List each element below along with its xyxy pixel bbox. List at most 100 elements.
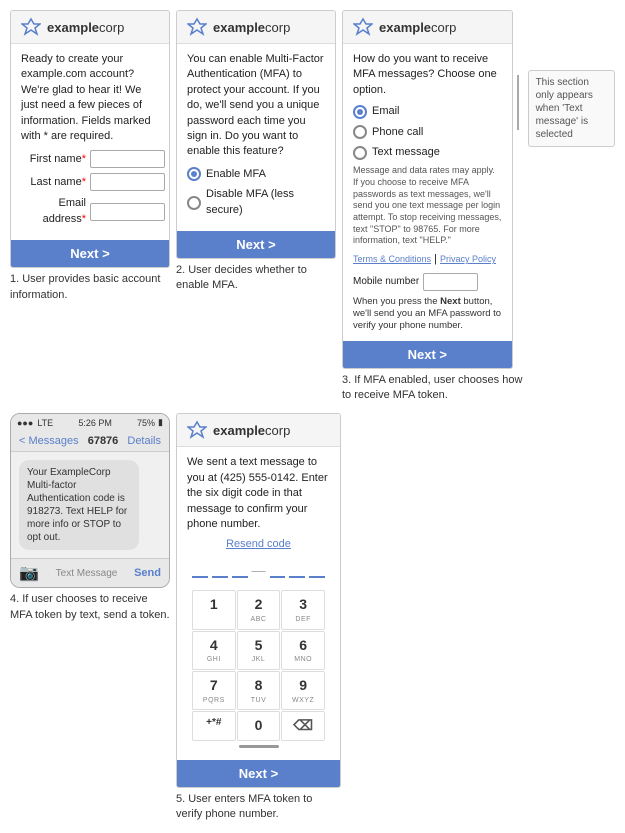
card5-next-button[interactable]: Next >: [239, 766, 278, 781]
note-divider: [517, 75, 519, 130]
key-6[interactable]: 6 MNO: [281, 631, 325, 670]
key-9-sub: WXYZ: [284, 696, 322, 706]
caption-1: 1. User provides basic account informati…: [10, 272, 170, 303]
key-7-main: 7: [195, 676, 233, 696]
enable-mfa-label: Enable MFA: [206, 167, 266, 182]
caption-4: 4. If user chooses to receive MFA token …: [10, 592, 170, 623]
phone-call-radio[interactable]: [353, 125, 367, 139]
status-battery: 75%: [137, 418, 155, 428]
key-2-sub: ABC: [240, 615, 278, 625]
card2-header: examplecorp: [177, 11, 335, 44]
key-special[interactable]: +*#: [192, 711, 236, 741]
mobile-number-label: Mobile number: [353, 275, 419, 289]
imessage-header: < Messages 67876 Details: [11, 431, 169, 452]
key-7[interactable]: 7 PQRS: [192, 671, 236, 710]
key-2[interactable]: 2 ABC: [237, 590, 281, 629]
token-fields: —: [187, 561, 330, 583]
key-9[interactable]: 9 WXYZ: [281, 671, 325, 710]
email-radio[interactable]: [353, 105, 367, 119]
text-message-label: Text message: [372, 145, 440, 160]
back-button[interactable]: < Messages: [19, 435, 79, 447]
first-name-input[interactable]: [90, 150, 165, 168]
card2-body: You can enable Multi-Factor Authenticati…: [177, 44, 335, 231]
card5-header: examplecorp: [177, 414, 340, 447]
text-section-note-wrapper: This section only appears when 'Text mes…: [517, 70, 615, 147]
email-input[interactable]: [90, 203, 165, 221]
key-5[interactable]: 5 JKL: [237, 631, 281, 670]
details-button[interactable]: Details: [127, 435, 161, 447]
caption-3: 3. If MFA enabled, user chooses how to r…: [342, 373, 527, 404]
key-8[interactable]: 8 TUV: [237, 671, 281, 710]
token-dash-3: [232, 576, 248, 578]
enable-mfa-radio[interactable]: [187, 167, 201, 181]
send-button[interactable]: Send: [134, 567, 161, 579]
key-4-sub: GHI: [195, 655, 233, 665]
key-6-main: 6: [284, 636, 322, 656]
key-5-main: 5: [240, 636, 278, 656]
key-3[interactable]: 3 DEF: [281, 590, 325, 629]
logo-icon-3: [353, 17, 373, 37]
battery-icon: ▮: [158, 417, 163, 428]
card1-intro-text: Ready to create your example.com account…: [21, 52, 159, 144]
privacy-link[interactable]: Privacy Policy: [440, 254, 496, 264]
terms-link[interactable]: Terms & Conditions: [353, 254, 431, 264]
enable-mfa-option[interactable]: Enable MFA: [187, 167, 325, 182]
mobile-number-input[interactable]: [423, 273, 478, 291]
card2-intro-text: You can enable Multi-Factor Authenticati…: [187, 52, 325, 160]
caption-2: 2. User decides whether to enable MFA.: [176, 263, 336, 294]
resend-code-link[interactable]: Resend code: [187, 537, 330, 552]
phone-call-option[interactable]: Phone call: [353, 125, 502, 140]
home-indicator: [239, 745, 279, 748]
card2-next-button[interactable]: Next >: [236, 237, 275, 252]
key-1-main: 1: [195, 595, 233, 615]
logo-icon: [21, 17, 41, 37]
email-option[interactable]: Email: [353, 104, 502, 119]
key-5-sub: JKL: [240, 655, 278, 665]
mobile-number-row: Mobile number: [353, 273, 502, 291]
disable-mfa-radio[interactable]: [187, 196, 201, 210]
text-section-note: This section only appears when 'Text mes…: [528, 70, 615, 147]
key-0[interactable]: 0: [237, 711, 281, 741]
phone-footer: 📷 Text Message Send: [11, 558, 169, 587]
card1-wrapper: examplecorp Ready to create your example…: [10, 10, 170, 303]
brand-name-2: examplecorp: [213, 20, 290, 35]
key-1[interactable]: 1: [192, 590, 236, 629]
disable-mfa-option[interactable]: Disable MFA (less secure): [187, 187, 325, 218]
card5-body: We sent a text message to you at (425) 5…: [177, 447, 340, 760]
mfa-sms-note: Message and data rates may apply. If you…: [353, 165, 502, 247]
status-dots: ●●●: [17, 418, 33, 428]
email-label: Email address*: [21, 196, 86, 227]
key-8-sub: TUV: [240, 696, 278, 706]
key-4[interactable]: 4 GHI: [192, 631, 236, 670]
card4-wrapper: ●●● LTE 5:26 PM 75% ▮ < Messages 67876 D…: [10, 413, 170, 623]
bottom-row: ●●● LTE 5:26 PM 75% ▮ < Messages 67876 D…: [10, 413, 615, 822]
key-8-main: 8: [240, 676, 278, 696]
token-dash-4: [270, 576, 286, 578]
last-name-input[interactable]: [90, 173, 165, 191]
card5-intro-text: We sent a text message to you at (425) 5…: [187, 455, 330, 532]
card-token-entry: examplecorp We sent a text message to yo…: [176, 413, 341, 788]
phone-call-label: Phone call: [372, 125, 423, 140]
sender-number: 67876: [88, 435, 119, 447]
text-message-option[interactable]: Text message: [353, 145, 502, 160]
card-basic-info: examplecorp Ready to create your example…: [10, 10, 170, 268]
token-separator: —: [252, 561, 266, 581]
token-dash-6: [309, 576, 325, 578]
status-left: ●●● LTE: [17, 418, 53, 428]
key-backspace[interactable]: ⌫: [281, 711, 325, 741]
card1-body: Ready to create your example.com account…: [11, 44, 169, 240]
brand-name-3: examplecorp: [379, 20, 456, 35]
camera-icon[interactable]: 📷: [19, 563, 39, 583]
card1-next-button[interactable]: Next >: [70, 246, 109, 261]
card3-next-button[interactable]: Next >: [408, 347, 447, 362]
key-9-main: 9: [284, 676, 322, 696]
first-name-label: First name*: [21, 152, 86, 167]
text-message-radio[interactable]: [353, 146, 367, 160]
card3-verify-text: When you press the Next button, we'll se…: [353, 296, 502, 333]
card3-header: examplecorp: [343, 11, 512, 44]
token-dash-2: [212, 576, 228, 578]
card2-wrapper: examplecorp You can enable Multi-Factor …: [176, 10, 336, 294]
key-7-sub: PQRS: [195, 696, 233, 706]
caption-5: 5. User enters MFA token to verify phone…: [176, 792, 341, 823]
imessage-body: Your ExampleCorp Multi-factor Authentica…: [11, 452, 169, 558]
